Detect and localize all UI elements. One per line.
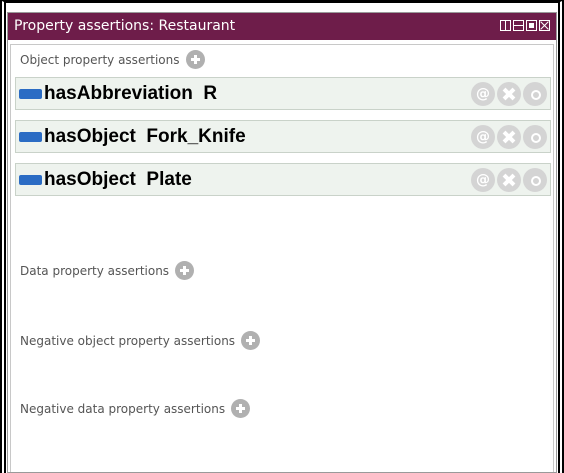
row-buttons: @ (471, 82, 547, 106)
object-property-icon (19, 131, 42, 142)
add-negative-data-property-button[interactable] (231, 399, 251, 418)
add-data-property-button[interactable] (175, 261, 195, 280)
panel-titlebar: Property assertions: Restaurant (8, 13, 556, 40)
data-property-section-header: Data property assertions (20, 261, 195, 280)
negative-object-property-section-header: Negative object property assertions (20, 331, 261, 350)
data-property-section-label: Data property assertions (20, 263, 170, 278)
object-property-section-header: Object property assertions (20, 50, 205, 69)
assertion-text: hasAbbreviation R (44, 82, 218, 104)
assertion-row[interactable]: hasObject Fork_Knife @ (15, 120, 551, 153)
negative-data-property-section-header: Negative data property assertions (20, 399, 251, 418)
close-view-icon[interactable] (539, 20, 550, 31)
assertion-row[interactable]: hasAbbreviation R @ (15, 77, 551, 110)
negative-data-property-section-label: Negative data property assertions (20, 401, 226, 416)
object-property-icon (19, 88, 42, 99)
assertion-text: hasObject Plate (44, 168, 192, 190)
annotate-button[interactable]: @ (471, 168, 495, 192)
delete-button[interactable] (497, 125, 521, 149)
maximize-icon[interactable] (526, 20, 537, 31)
delete-button[interactable] (497, 168, 521, 192)
add-object-property-button[interactable] (185, 50, 205, 69)
row-buttons: @ (471, 125, 547, 149)
panel-title: Property assertions: Restaurant (14, 18, 236, 34)
property-assertions-panel: Property assertions: Restaurant Object p… (7, 12, 557, 473)
edit-button[interactable] (523, 125, 547, 149)
assertion-row[interactable]: hasObject Plate @ (15, 163, 551, 196)
annotate-button[interactable]: @ (471, 82, 495, 106)
titlebar-buttons (500, 20, 550, 33)
annotate-button[interactable]: @ (471, 125, 495, 149)
object-property-section-label: Object property assertions (20, 52, 180, 67)
edit-button[interactable] (523, 82, 547, 106)
panel-content: Object property assertions hasAbbreviati… (8, 40, 556, 472)
assertion-text: hasObject Fork_Knife (44, 125, 246, 147)
edit-button[interactable] (523, 168, 547, 192)
negative-object-property-section-label: Negative object property assertions (20, 333, 236, 348)
object-property-icon (19, 174, 42, 185)
split-view-icon[interactable] (513, 20, 524, 31)
delete-button[interactable] (497, 82, 521, 106)
add-negative-object-property-button[interactable] (241, 331, 261, 350)
tile-view-icon[interactable] (500, 20, 511, 31)
row-buttons: @ (471, 168, 547, 192)
